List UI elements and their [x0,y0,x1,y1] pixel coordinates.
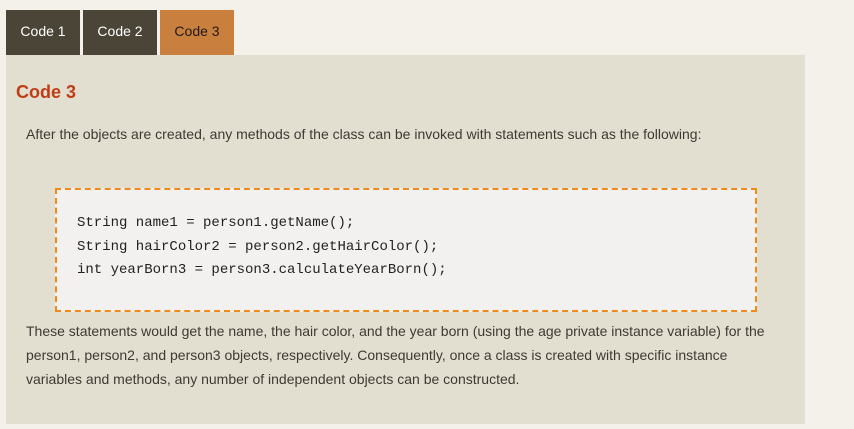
tab-panel: Code 3 After the objects are created, an… [6,55,805,424]
outro-text: These statements would get the name, the… [26,319,786,391]
tab-code-1[interactable]: Code 1 [6,10,80,55]
outro-line: variables and methods, any number of ind… [26,371,520,387]
tab-bar: Code 1 Code 2 Code 3 [6,10,237,55]
code-block: String name1 = person1.getName(); String… [55,188,757,312]
tab-code-3[interactable]: Code 3 [160,10,234,55]
intro-text: After the objects are created, any metho… [26,126,702,142]
outro-line: person1, person2, and person3 objects, r… [26,347,728,363]
outro-line: These statements would get the name, the… [26,323,765,339]
tab-code-2[interactable]: Code 2 [83,10,157,55]
code-line: int yearBorn3 = person3.calculateYearBor… [77,262,447,278]
panel-title: Code 3 [16,82,77,102]
code-line: String name1 = person1.getName(); [77,215,355,231]
code-line: String hairColor2 = person2.getHairColor… [77,238,439,255]
